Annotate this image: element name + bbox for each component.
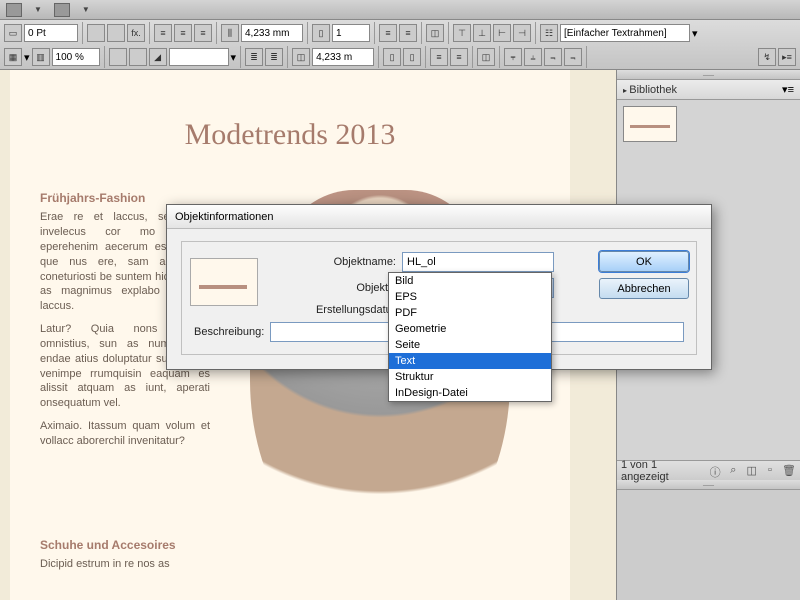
object-styles-icon[interactable]: ☷ xyxy=(540,24,558,42)
distribute-icon[interactable]: ≣ xyxy=(265,48,283,66)
panel-status: 1 von 1 angezeigt xyxy=(621,459,697,483)
dropdown-arrow-icon[interactable]: ▾ xyxy=(231,51,237,64)
align-t-icon[interactable]: ⫧ xyxy=(504,48,522,66)
va-icon[interactable]: ≡ xyxy=(450,48,468,66)
col-count-input[interactable] xyxy=(332,24,370,42)
dialog-title: Objektinformationen xyxy=(175,211,273,223)
panel-menu-icon[interactable]: ▾≡ xyxy=(782,83,794,96)
control-toolbar: ▭ fx. ≡ ≡ ≡ ⫼ ▯ ≡ ≡ ◫ ⊤ ⊥ ⊢ ⊣ ☷ ▾ ▦ ▾ ▥ xyxy=(0,20,800,70)
trash-icon[interactable]: 🗑 xyxy=(782,464,796,478)
gradient-icon[interactable]: ▥ xyxy=(32,48,50,66)
panel-title-bar[interactable]: Bibliothek ▾≡ xyxy=(617,80,800,100)
panel-title: Bibliothek xyxy=(623,84,677,96)
baseline-icon[interactable]: ◫ xyxy=(426,24,444,42)
quick-apply-icon[interactable]: ↯ xyxy=(758,48,776,66)
fx-icon[interactable]: fx. xyxy=(127,24,145,42)
menu-icon[interactable]: ▸≡ xyxy=(778,48,796,66)
align-center-icon[interactable]: ≡ xyxy=(174,24,192,42)
dropdown-option[interactable]: InDesign-Datei xyxy=(389,385,551,401)
new-item-icon[interactable]: ◫ xyxy=(746,464,758,478)
grid-icon[interactable]: ◫ xyxy=(477,48,495,66)
panel-footer: 1 von 1 angezeigt ⓘ ⌕ ◫ ▫ 🗑 xyxy=(617,460,800,480)
dropdown-option[interactable]: Geometrie xyxy=(389,321,551,337)
label-objecttype: Objektart: xyxy=(274,282,404,294)
inset-t-icon[interactable]: ⊤ xyxy=(453,24,471,42)
objecttype-dropdown[interactable]: BildEPSPDFGeometrieSeiteTextStrukturInDe… xyxy=(388,272,552,402)
dropdown-option[interactable]: Seite xyxy=(389,337,551,353)
row-height-input[interactable] xyxy=(312,48,374,66)
wrap-icon[interactable] xyxy=(109,48,127,66)
zoom-input[interactable] xyxy=(52,48,100,66)
span-icon[interactable]: ▯ xyxy=(403,48,421,66)
align-m-icon[interactable]: ⫨ xyxy=(524,48,542,66)
stroke-icon[interactable]: ▭ xyxy=(4,24,22,42)
dialog-titlebar[interactable]: Objektinformationen xyxy=(167,205,711,229)
dropdown-option[interactable]: PDF xyxy=(389,305,551,321)
body-text: Dicipid estrum in re nos as xyxy=(40,557,210,572)
section-heading: Schuhe und Accesoires xyxy=(40,537,210,553)
corner-input[interactable] xyxy=(169,48,229,66)
vertical-top-icon[interactable]: ≡ xyxy=(379,24,397,42)
dropdown-option[interactable]: Bild xyxy=(389,273,551,289)
info-icon[interactable]: ⓘ xyxy=(709,464,721,478)
label-description: Beschreibung: xyxy=(194,326,264,338)
fill-icon[interactable]: ▦ xyxy=(4,48,22,66)
ok-button[interactable]: OK xyxy=(599,251,689,272)
wrap-none-icon[interactable] xyxy=(87,24,105,42)
body-text: Aximaio. Itassum quam volum et vollacc a… xyxy=(40,419,210,449)
dialog-thumbnail xyxy=(190,258,258,306)
page-title: Modetrends 2013 xyxy=(10,118,570,152)
span-icon[interactable]: ▯ xyxy=(383,48,401,66)
inset-b-icon[interactable]: ⊥ xyxy=(473,24,491,42)
dropdown-option[interactable]: Struktur xyxy=(389,369,551,385)
inset-l-icon[interactable]: ⊢ xyxy=(493,24,511,42)
dropdown-arrow-icon[interactable]: ▾ xyxy=(692,27,698,40)
wrap-icon[interactable] xyxy=(129,48,147,66)
align-left-icon[interactable]: ≡ xyxy=(154,24,172,42)
distribute-icon[interactable]: ≣ xyxy=(245,48,263,66)
va-icon[interactable]: ≡ xyxy=(430,48,448,66)
corner-icon[interactable]: ◢ xyxy=(149,48,167,66)
rows-icon[interactable]: ◫ xyxy=(292,48,310,66)
frame-type-input[interactable] xyxy=(560,24,690,42)
vertical-center-icon[interactable]: ≡ xyxy=(399,24,417,42)
wrap-bounding-icon[interactable] xyxy=(107,24,125,42)
library-item-thumb[interactable] xyxy=(623,106,677,142)
panel-grip[interactable]: ⸺ xyxy=(617,70,800,80)
app-menubar: ▼ ▼ xyxy=(0,0,800,20)
col-count-icon[interactable]: ▯ xyxy=(312,24,330,42)
align-right-icon[interactable]: ≡ xyxy=(194,24,212,42)
dropdown-arrow-icon[interactable]: ▼ xyxy=(34,5,42,14)
arrangement-icon[interactable] xyxy=(54,3,70,17)
dropdown-arrow-icon[interactable]: ▼ xyxy=(82,5,90,14)
search-icon[interactable]: ⌕ xyxy=(727,464,739,478)
new-icon[interactable]: ▫ xyxy=(764,464,776,478)
cancel-button[interactable]: Abbrechen xyxy=(599,278,689,299)
dropdown-arrow-icon[interactable]: ▾ xyxy=(24,51,30,64)
columns-icon[interactable]: ⫼ xyxy=(221,24,239,42)
label-date: Erstellungsdatum: xyxy=(274,304,404,316)
gutter-input[interactable] xyxy=(241,24,303,42)
label-objectname: Objektname: xyxy=(274,256,396,268)
align-b-icon[interactable]: ⫬ xyxy=(544,48,562,66)
dropdown-option[interactable]: Text xyxy=(389,353,551,369)
dropdown-option[interactable]: EPS xyxy=(389,289,551,305)
inset-r-icon[interactable]: ⊣ xyxy=(513,24,531,42)
objectname-input[interactable] xyxy=(402,252,554,272)
align-b-icon[interactable]: ⫬ xyxy=(564,48,582,66)
view-mode-icon[interactable] xyxy=(6,3,22,17)
stroke-weight-input[interactable] xyxy=(24,24,78,42)
